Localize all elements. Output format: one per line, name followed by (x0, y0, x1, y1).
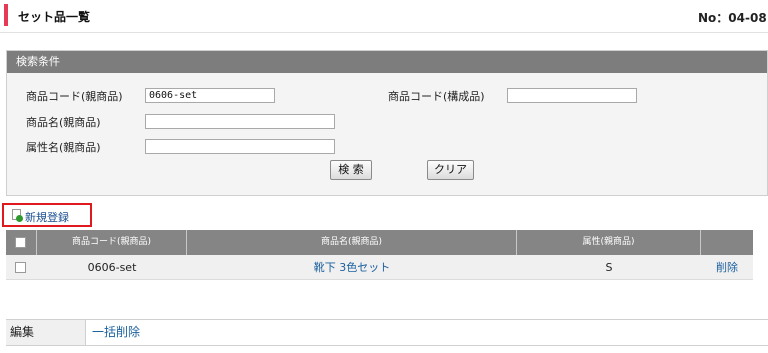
row-delete-link[interactable]: 削除 (701, 255, 753, 280)
results-table: 商品コード(親商品) 商品名(親商品) 属性(親商品) 0606-set 靴下 … (6, 230, 753, 280)
parent-code-label: 商品コード(親商品) (26, 90, 123, 103)
search-panel-title: 検索条件 (7, 51, 767, 73)
column-header-name[interactable]: 商品名(親商品) (187, 230, 517, 255)
parent-code-input[interactable]: 0606-set (145, 88, 275, 103)
search-button[interactable]: 検 索 (330, 160, 372, 180)
attribute-name-label: 属性名(親商品) (26, 141, 101, 154)
add-plus-icon (16, 215, 23, 222)
select-all-checkbox[interactable] (15, 237, 26, 248)
search-panel: 検索条件 商品コード(親商品) 0606-set 商品コード(構成品) 商品名(… (6, 50, 768, 196)
table-header: 商品コード(親商品) 商品名(親商品) 属性(親商品) (6, 230, 753, 255)
new-registration-label: 新規登録 (25, 211, 69, 224)
row-checkbox[interactable] (15, 262, 26, 273)
select-all-cell (6, 230, 37, 255)
page-title: セット品一覧 (18, 10, 91, 24)
edit-label: 編集 (6, 320, 86, 345)
component-code-input[interactable] (507, 88, 637, 103)
row-attribute: S (605, 261, 613, 274)
row-select-cell (6, 255, 37, 280)
bulk-delete-link[interactable]: 一括削除 (92, 320, 140, 345)
parent-name-input[interactable] (145, 114, 335, 129)
new-registration-link[interactable]: 新規登録 (2, 203, 92, 227)
clear-button[interactable]: クリア (427, 160, 474, 180)
column-header-action (701, 230, 753, 255)
column-header-attribute[interactable]: 属性(親商品) (517, 230, 701, 255)
row-name-link[interactable]: 靴下 3色セット (187, 255, 517, 280)
parent-name-label: 商品名(親商品) (26, 116, 101, 129)
column-header-code[interactable]: 商品コード(親商品) (37, 230, 187, 255)
page-number: No：04-08 (698, 11, 767, 25)
bulk-action-bar: 編集 一括削除 (6, 319, 768, 346)
page-header: セット品一覧 No：04-08 (0, 0, 768, 33)
component-code-label: 商品コード(構成品) (388, 90, 485, 103)
row-code: 0606-set (87, 261, 137, 274)
table-row: 0606-set 靴下 3色セット S 削除 (6, 255, 753, 280)
title-accent-bar (4, 4, 8, 26)
attribute-name-input[interactable] (145, 139, 335, 154)
